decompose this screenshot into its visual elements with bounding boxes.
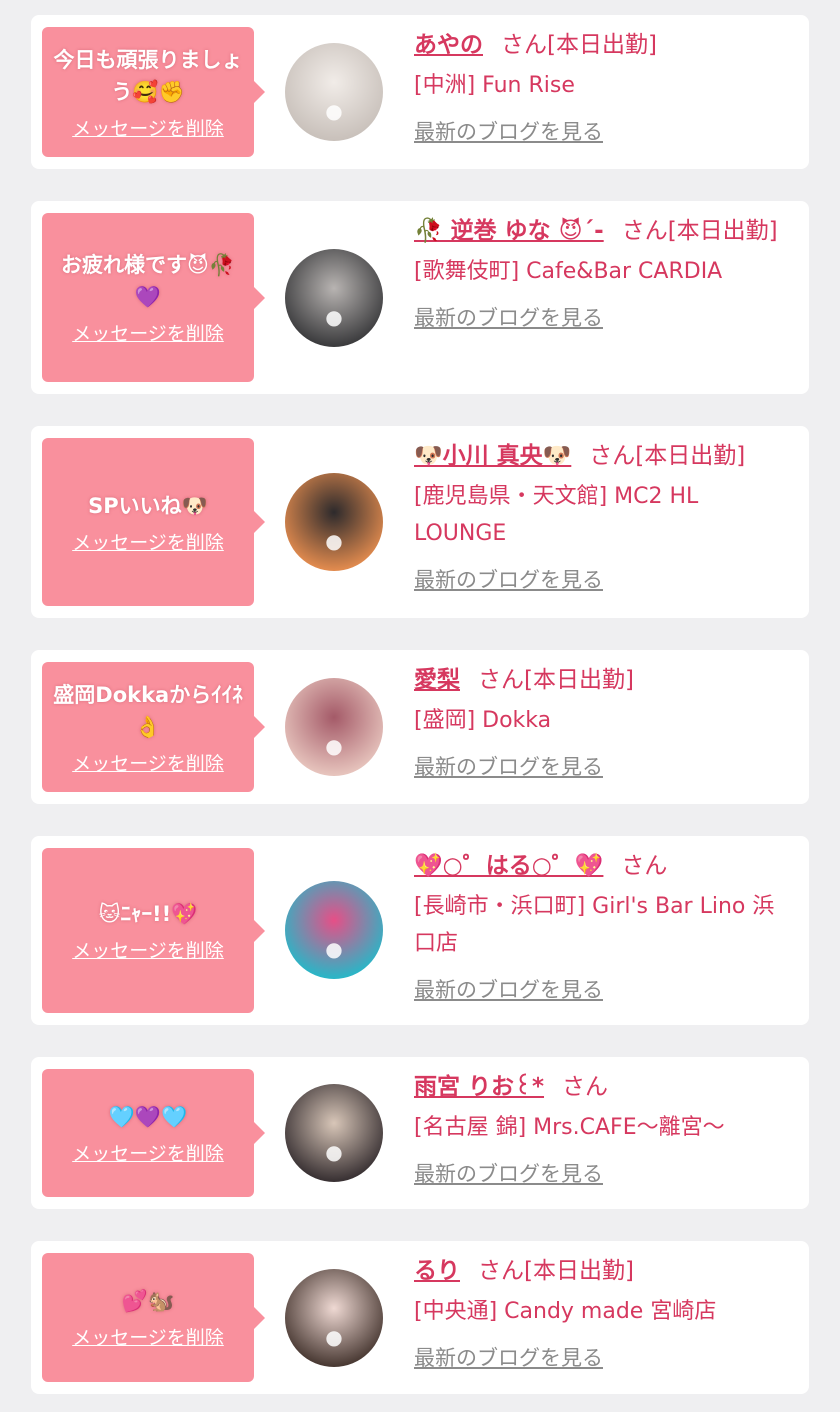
message-card: 盛岡Dokkaからｲｲﾈ👌 メッセージを削除 ● 愛梨 さん[本日出勤] [盛岡]… bbox=[31, 650, 809, 804]
message-text: SPいいね🐶 bbox=[88, 493, 208, 518]
cast-info: るり さん[本日出勤] [中央通] Candy made 宮崎店 最新のブログを見… bbox=[414, 1253, 795, 1372]
message-bubble: 今日も頑張りましょう🥰✊ メッセージを削除 bbox=[42, 27, 265, 157]
message-text: 今日も頑張りましょう🥰✊ bbox=[53, 47, 243, 104]
cast-info: 雨宮 りお꒰* さん [名古屋 錦] Mrs.CAFE〜離宮〜 最新のブログを見る bbox=[414, 1069, 795, 1188]
message-text: 🐱ﾆｬｰ!!💖 bbox=[98, 902, 198, 926]
message-card: 🩵💜🩵 メッセージを削除 ● 雨宮 りお꒰* さん [名古屋 錦] Mrs.CAF… bbox=[31, 1057, 809, 1209]
delete-message-link[interactable]: メッセージを削除 bbox=[72, 749, 224, 776]
delete-message-link[interactable]: メッセージを削除 bbox=[72, 319, 224, 346]
delete-message-link[interactable]: メッセージを削除 bbox=[72, 1139, 224, 1166]
avatar[interactable]: ● bbox=[285, 249, 383, 347]
message-bubble: 🐱ﾆｬｰ!!💖 メッセージを削除 bbox=[42, 848, 265, 1013]
latest-blog-link[interactable]: 最新のブログを見る bbox=[414, 974, 603, 1004]
message-bubble: お疲れ様です😈🥀💜 メッセージを削除 bbox=[42, 213, 265, 382]
cast-status: さん[本日出勤] bbox=[621, 218, 778, 244]
delete-message-link[interactable]: メッセージを削除 bbox=[72, 936, 224, 963]
cast-name-link[interactable]: 🥀 逆巻 ゆな 😈´- bbox=[414, 218, 604, 244]
message-text: 💕🐿️ bbox=[121, 1289, 175, 1313]
avatar[interactable]: ● bbox=[285, 473, 383, 571]
cast-info: 💖○゜はる○゜💖 さん [長崎市・浜口町] Girl's Bar Lino 浜口店… bbox=[414, 848, 795, 1004]
shop-name: [歌舞伎町] Cafe&Bar CARDIA bbox=[414, 259, 723, 284]
shop-name: [中洲] Fun Rise bbox=[414, 73, 575, 98]
message-text: 盛岡Dokkaからｲｲﾈ👌 bbox=[53, 682, 243, 739]
message-bubble: 💕🐿️ メッセージを削除 bbox=[42, 1253, 265, 1382]
cast-status: さん[本日出勤] bbox=[478, 1258, 634, 1284]
cast-info: 🐶小川 真央🐶 さん[本日出勤] [鹿児島県・天文館] MC2 HL LOUNGE… bbox=[414, 438, 795, 594]
cast-status: さん[本日出勤] bbox=[501, 32, 657, 58]
message-bubble: 🩵💜🩵 メッセージを削除 bbox=[42, 1069, 265, 1197]
cast-name-link[interactable]: 🐶小川 真央🐶 bbox=[414, 443, 571, 469]
avatar[interactable]: ● bbox=[285, 1084, 383, 1182]
shop-name: [盛岡] Dokka bbox=[414, 708, 552, 733]
cast-info: あやの さん[本日出勤] [中洲] Fun Rise 最新のブログを見る bbox=[414, 27, 795, 146]
avatar-image-icon: ● bbox=[325, 305, 343, 329]
cast-status: さん[本日出勤] bbox=[589, 443, 746, 469]
latest-blog-link[interactable]: 最新のブログを見る bbox=[414, 116, 603, 146]
message-bubble: SPいいね🐶 メッセージを削除 bbox=[42, 438, 265, 606]
cast-name-link[interactable]: あやの bbox=[414, 32, 483, 58]
avatar-image-icon: ● bbox=[325, 1140, 343, 1164]
shop-name: [中央通] Candy made 宮崎店 bbox=[414, 1299, 717, 1324]
message-card: お疲れ様です😈🥀💜 メッセージを削除 ● 🥀 逆巻 ゆな 😈´- さん[本日出勤]… bbox=[31, 201, 809, 394]
cast-name-link[interactable]: 雨宮 りお꒰* bbox=[414, 1074, 544, 1100]
avatar[interactable]: ● bbox=[285, 881, 383, 979]
shop-name: [鹿児島県・天文館] MC2 HL LOUNGE bbox=[414, 484, 699, 546]
latest-blog-link[interactable]: 最新のブログを見る bbox=[414, 1158, 603, 1188]
latest-blog-link[interactable]: 最新のブログを見る bbox=[414, 564, 603, 594]
cast-status: さん[本日出勤] bbox=[478, 667, 634, 693]
avatar-image-icon: ● bbox=[325, 99, 343, 123]
shop-name: [名古屋 錦] Mrs.CAFE〜離宮〜 bbox=[414, 1115, 725, 1140]
cast-info: 愛梨 さん[本日出勤] [盛岡] Dokka 最新のブログを見る bbox=[414, 662, 795, 781]
avatar[interactable]: ● bbox=[285, 678, 383, 776]
delete-message-link[interactable]: メッセージを削除 bbox=[72, 1323, 224, 1350]
avatar-image-icon: ● bbox=[325, 734, 343, 758]
message-card: 🐱ﾆｬｰ!!💖 メッセージを削除 ● 💖○゜はる○゜💖 さん [長崎市・浜口町] … bbox=[31, 836, 809, 1025]
delete-message-link[interactable]: メッセージを削除 bbox=[72, 114, 224, 141]
latest-blog-link[interactable]: 最新のブログを見る bbox=[414, 302, 603, 332]
delete-message-link[interactable]: メッセージを削除 bbox=[72, 528, 224, 555]
cast-status: さん bbox=[621, 853, 668, 879]
latest-blog-link[interactable]: 最新のブログを見る bbox=[414, 1342, 603, 1372]
avatar-image-icon: ● bbox=[325, 529, 343, 553]
shop-name: [長崎市・浜口町] Girl's Bar Lino 浜口店 bbox=[414, 894, 775, 956]
cast-info: 🥀 逆巻 ゆな 😈´- さん[本日出勤] [歌舞伎町] Cafe&Bar CARD… bbox=[414, 213, 795, 332]
cast-status: さん bbox=[562, 1074, 609, 1100]
cast-name-link[interactable]: 愛梨 bbox=[414, 667, 460, 693]
avatar-image-icon: ● bbox=[325, 937, 343, 961]
message-card: 💕🐿️ メッセージを削除 ● るり さん[本日出勤] [中央通] Candy ma… bbox=[31, 1241, 809, 1394]
message-list: 今日も頑張りましょう🥰✊ メッセージを削除 ● あやの さん[本日出勤] [中洲]… bbox=[0, 0, 840, 1412]
message-text: お疲れ様です😈🥀💜 bbox=[60, 253, 236, 309]
avatar[interactable]: ● bbox=[285, 43, 383, 141]
message-bubble: 盛岡Dokkaからｲｲﾈ👌 メッセージを削除 bbox=[42, 662, 265, 792]
cast-name-link[interactable]: るり bbox=[414, 1258, 460, 1284]
message-card: SPいいね🐶 メッセージを削除 ● 🐶小川 真央🐶 さん[本日出勤] [鹿児島県・… bbox=[31, 426, 809, 618]
message-text: 🩵💜🩵 bbox=[108, 1104, 188, 1129]
avatar[interactable]: ● bbox=[285, 1269, 383, 1367]
message-card: 今日も頑張りましょう🥰✊ メッセージを削除 ● あやの さん[本日出勤] [中洲]… bbox=[31, 15, 809, 169]
avatar-image-icon: ● bbox=[325, 1325, 343, 1349]
latest-blog-link[interactable]: 最新のブログを見る bbox=[414, 751, 603, 781]
cast-name-link[interactable]: 💖○゜はる○゜💖 bbox=[414, 853, 603, 879]
